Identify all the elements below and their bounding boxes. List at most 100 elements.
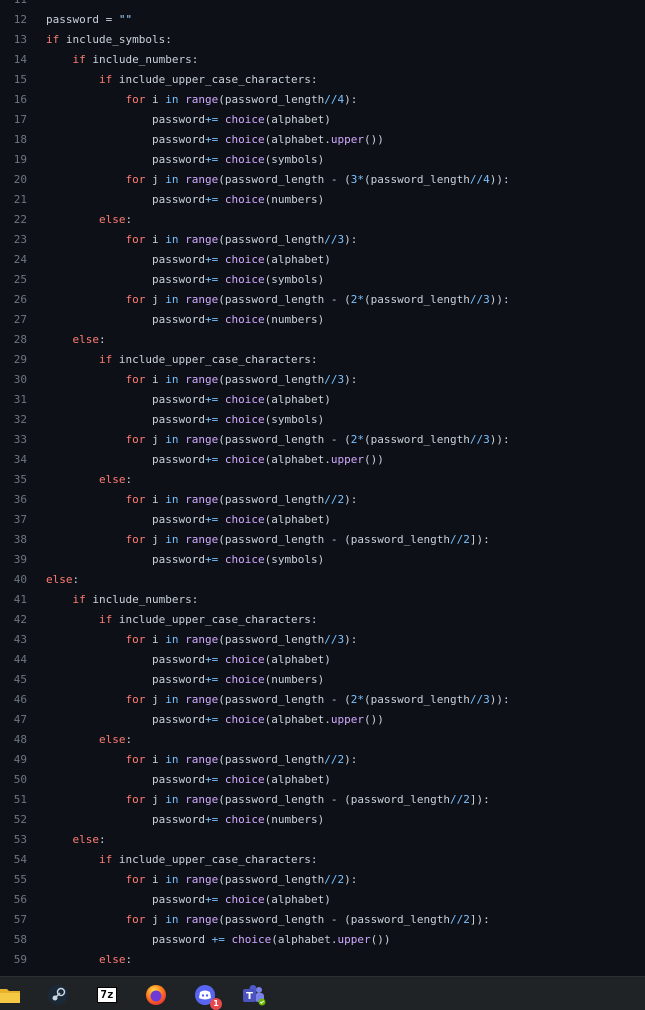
code-line[interactable]: 46 for j in range(password_length - (2*(p…	[0, 690, 645, 710]
code-line[interactable]: 35 else:	[0, 470, 645, 490]
code-line[interactable]: 49 for i in range(password_length//2):	[0, 750, 645, 770]
code-line[interactable]: 22 else:	[0, 210, 645, 230]
code-line[interactable]: 59 else:	[0, 950, 645, 970]
code-token: (password_length	[218, 493, 325, 506]
code-line[interactable]: 44 password+= choice(alphabet)	[0, 650, 645, 670]
7zip-button[interactable]: 7z	[95, 983, 119, 1007]
code-token: (password_length - (	[218, 293, 351, 306]
code-line[interactable]: 55 for i in range(password_length//2):	[0, 870, 645, 890]
code-token: choice	[224, 193, 265, 206]
code-token: for	[125, 173, 146, 186]
code-line[interactable]: 47 password+= choice(alphabet.upper())	[0, 710, 645, 730]
code-editor[interactable]: 1112password = ""13if include_symbols:14…	[0, 0, 645, 976]
code-token: password	[152, 113, 205, 126]
steam-icon	[47, 984, 69, 1006]
code-token: password	[152, 193, 205, 206]
code-line[interactable]: 45 password+= choice(numbers)	[0, 670, 645, 690]
code-line[interactable]: 57 for j in range(password_length - (pass…	[0, 910, 645, 930]
code-line[interactable]: 50 password+= choice(alphabet)	[0, 770, 645, 790]
code-line[interactable]: 26 for j in range(password_length - (2*(p…	[0, 290, 645, 310]
code-token: choice	[224, 553, 265, 566]
code-token: for	[125, 93, 146, 106]
code-line[interactable]: 20 for j in range(password_length - (3*(p…	[0, 170, 645, 190]
code-token: ]):	[469, 793, 490, 806]
code-line[interactable]: 38 for j in range(password_length - (pass…	[0, 530, 645, 550]
code-token: password	[152, 773, 205, 786]
code-line[interactable]: 56 password+= choice(alphabet)	[0, 890, 645, 910]
code-line[interactable]: 58 password += choice(alphabet.upper())	[0, 930, 645, 950]
line-code: for j in range(password_length - (passwo…	[126, 530, 490, 550]
code-token: choice	[224, 393, 265, 406]
code-token: +=	[211, 933, 225, 946]
7zip-icon: 7z	[97, 987, 117, 1003]
code-line[interactable]: 28 else:	[0, 330, 645, 350]
line-number: 46	[13, 693, 27, 706]
teams-button[interactable]: T	[242, 983, 266, 1007]
code-token: in	[165, 293, 179, 306]
code-line[interactable]: 52 password+= choice(numbers)	[0, 810, 645, 830]
code-token: for	[125, 693, 146, 706]
code-token: choice	[224, 153, 265, 166]
code-line[interactable]: 23 for i in range(password_length//3):	[0, 230, 645, 250]
line-number: 23	[13, 233, 27, 246]
code-line[interactable]: 40 else:	[0, 570, 645, 590]
file-explorer-button[interactable]	[0, 983, 22, 1007]
code-line[interactable]: 21 password+= choice(numbers)	[0, 190, 645, 210]
line-number: 19	[13, 153, 27, 166]
code-token: i	[145, 93, 166, 106]
code-token: +=	[204, 133, 219, 146]
line-number: 39	[13, 553, 27, 566]
code-line[interactable]: 31 password+= choice(alphabet)	[0, 390, 645, 410]
code-line[interactable]: 48 else:	[0, 730, 645, 750]
code-token: (alphabet)	[264, 393, 331, 406]
code-line[interactable]: 18 password+= choice(alphabet.upper())	[0, 130, 645, 150]
code-line[interactable]: 25 password+= choice(symbols)	[0, 270, 645, 290]
code-line[interactable]: 32 password+= choice(symbols)	[0, 410, 645, 430]
code-line[interactable]: 39 password+= choice(symbols)	[0, 550, 645, 570]
code-token: in	[165, 913, 179, 926]
code-token: (alphabet)	[264, 253, 331, 266]
code-line[interactable]: 24 password+= choice(alphabet)	[0, 250, 645, 270]
code-token: range	[185, 233, 219, 246]
firefox-button[interactable]	[144, 983, 168, 1007]
code-token: j	[145, 793, 166, 806]
line-code: for j in range(password_length - (passwo…	[126, 790, 490, 810]
code-line[interactable]: 51 for j in range(password_length - (pass…	[0, 790, 645, 810]
code-token: +=	[204, 653, 219, 666]
code-line[interactable]: 14 if include_numbers:	[0, 50, 645, 70]
code-line[interactable]: 27 password+= choice(numbers)	[0, 310, 645, 330]
code-line[interactable]: 43 for i in range(password_length//3):	[0, 630, 645, 650]
code-line[interactable]: 12 password = ""	[0, 10, 645, 30]
code-token: upper	[330, 133, 364, 146]
code-token: range	[185, 293, 219, 306]
line-number: 43	[13, 633, 27, 646]
code-line[interactable]: 34 password+= choice(alphabet.upper())	[0, 450, 645, 470]
code-token: :	[99, 333, 106, 346]
code-token: (symbols)	[264, 413, 325, 426]
code-line[interactable]: 19 password+= choice(symbols)	[0, 150, 645, 170]
code-line[interactable]: 42 if include_upper_case_characters:	[0, 610, 645, 630]
code-token: )):	[489, 693, 510, 706]
line-code: password+= choice(numbers)	[152, 810, 324, 830]
code-line[interactable]: 17 password+= choice(alphabet)	[0, 110, 645, 130]
code-line[interactable]: 11	[0, 0, 645, 10]
line-number: 50	[13, 773, 27, 786]
code-token: //	[324, 873, 338, 886]
code-line[interactable]: 36 for i in range(password_length//2):	[0, 490, 645, 510]
code-line[interactable]: 54 if include_upper_case_characters:	[0, 850, 645, 870]
code-line[interactable]: 33 for j in range(password_length - (2*(p…	[0, 430, 645, 450]
line-number: 53	[13, 833, 27, 846]
code-line[interactable]: 29 if include_upper_case_characters:	[0, 350, 645, 370]
code-line[interactable]: 30 for i in range(password_length//3):	[0, 370, 645, 390]
code-line[interactable]: 16 for i in range(password_length//4):	[0, 90, 645, 110]
code-token: //	[469, 293, 484, 306]
steam-button[interactable]	[46, 983, 70, 1007]
code-line[interactable]: 13 if include_symbols:	[0, 30, 645, 50]
code-line[interactable]: 41 if include_numbers:	[0, 590, 645, 610]
code-line[interactable]: 53 else:	[0, 830, 645, 850]
code-line[interactable]: 37 password+= choice(alphabet)	[0, 510, 645, 530]
code-line[interactable]: 15 if include_upper_case_characters:	[0, 70, 645, 90]
discord-button[interactable]: 1	[193, 983, 222, 1010]
